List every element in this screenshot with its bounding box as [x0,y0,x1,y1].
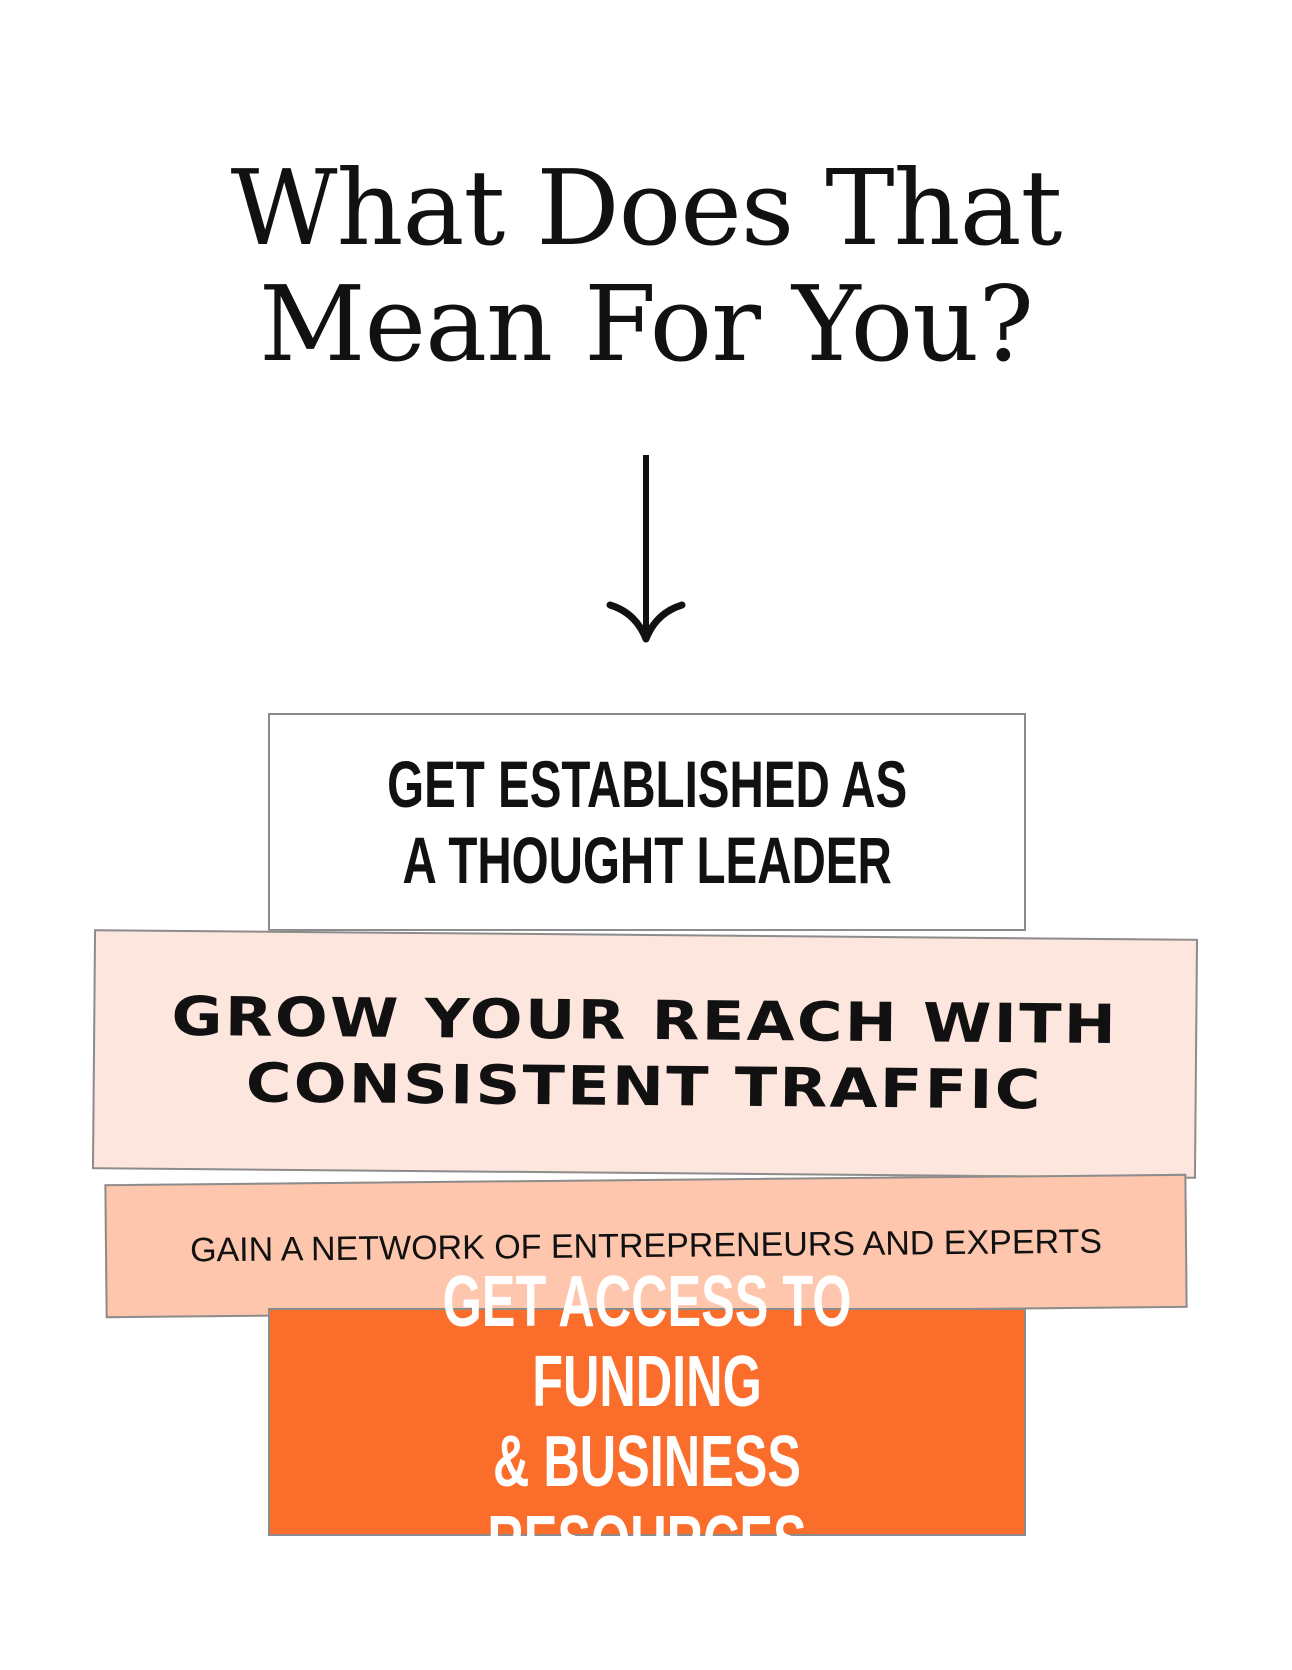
benefit-card-line-2: & BUSINESS RESOURCES [487,1422,807,1582]
benefit-card-label: GET ACCESS TO FUNDING & BUSINESS RESOURC… [383,1262,911,1582]
benefit-card-funding: GET ACCESS TO FUNDING & BUSINESS RESOURC… [268,1262,1026,1582]
page-title: What Does That Mean For You? [0,150,1292,382]
arrow-down-icon [606,455,686,643]
benefit-card-thought-leader: GET ESTABLISHED AS A THOUGHT LEADER [268,713,1026,931]
benefit-card-grow-reach: GROW YOUR REACH WITH CONSISTENT TRAFFIC [91,929,1199,1179]
benefit-card-line-1: GET ESTABLISHED AS [386,747,908,821]
benefit-card-line-2: A THOUGHT LEADER [402,823,892,897]
benefit-card-label: GROW YOUR REACH WITH CONSISTENT TRAFFIC [171,984,1119,1124]
benefit-card-line-1: GET ACCESS TO FUNDING [442,1262,852,1422]
benefit-card-label: GET ESTABLISHED AS A THOUGHT LEADER [387,746,907,898]
benefit-card-line-1: GROW YOUR REACH WITH [171,984,1119,1057]
page-title-line-1: What Does That [230,147,1063,269]
benefit-card-line-2: CONSISTENT TRAFFIC [246,1051,1044,1122]
page-title-line-2: Mean For You? [259,263,1034,385]
